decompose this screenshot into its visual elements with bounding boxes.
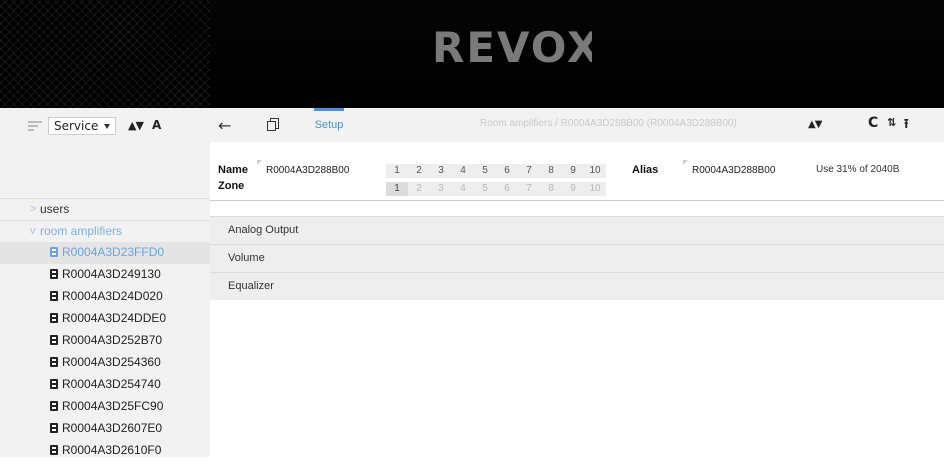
service-select[interactable]: Service <box>48 117 116 135</box>
zone-page-2[interactable]: 2 <box>408 182 430 196</box>
tree-item-label: R0004A3D249130 <box>62 267 161 281</box>
edit-marker-icon <box>683 160 688 165</box>
tree-item[interactable]: R0004A3D254360 <box>0 352 210 374</box>
tree-item-label: R0004A3D252B70 <box>62 333 163 347</box>
section-equalizer[interactable]: Equalizer <box>210 272 944 300</box>
zone-page-4[interactable]: 4 <box>452 182 474 196</box>
edit-marker-icon <box>257 160 262 165</box>
name-page-5[interactable]: 5 <box>474 164 496 178</box>
name-page-8[interactable]: 8 <box>540 164 562 178</box>
section-analog-output[interactable]: Analog Output <box>210 216 944 244</box>
alias-label: Alias <box>632 164 659 176</box>
tree-item[interactable]: R0004A3D254740 <box>0 374 210 396</box>
device-fields: Name R0004A3D288B00 1 2 3 4 5 6 7 8 9 10… <box>210 158 944 204</box>
zone-page-6[interactable]: 6 <box>496 182 518 196</box>
zone-page-1[interactable]: 1 <box>386 182 408 196</box>
tree-item-label: R0004A3D2610F0 <box>62 443 162 457</box>
tree-item[interactable]: R0004A3D252B70 <box>0 330 210 352</box>
breadcrumb: Room amplifiers / R0004A3D288B00 (R0004A… <box>480 118 737 129</box>
zone-label: Zone <box>218 180 245 192</box>
tree-item-label: R0004A3D23FFD0 <box>62 245 165 259</box>
menu-icon[interactable] <box>28 121 42 131</box>
speaker-icon <box>50 357 58 367</box>
caret-down-icon <box>104 124 110 129</box>
font-size-icon[interactable]: A <box>152 118 161 132</box>
copy-icon[interactable] <box>267 118 279 131</box>
name-page-2[interactable]: 2 <box>408 164 430 178</box>
name-page-9[interactable]: 9 <box>562 164 584 178</box>
zone-page-5[interactable]: 5 <box>474 182 496 196</box>
tree-item[interactable]: R0004A3D24DDE0 <box>0 308 210 330</box>
sort-icon[interactable]: ▲▼ <box>808 119 822 130</box>
section-volume[interactable]: Volume <box>210 244 944 272</box>
revox-logo: REVOX <box>432 24 592 68</box>
name-page-selector: 1 2 3 4 5 6 7 8 9 10 <box>386 164 606 178</box>
speaker-icon <box>50 247 58 257</box>
name-page-7[interactable]: 7 <box>518 164 540 178</box>
main-toolbar: ← Setup Room amplifiers / R0004A3D288B00… <box>210 108 944 142</box>
zone-page-7[interactable]: 7 <box>518 182 540 196</box>
name-page-10[interactable]: 10 <box>584 164 606 178</box>
tree-item[interactable]: R0004A3D24D020 <box>0 286 210 308</box>
tree-item-label: R0004A3D254740 <box>62 377 161 391</box>
tree-item-label: R0004A3D24D020 <box>62 289 163 303</box>
app-header: REVOX <box>0 0 944 108</box>
main-panel: ← Setup Room amplifiers / R0004A3D288B00… <box>210 108 944 457</box>
device-tree: > users v room amplifiers R0004A3D23FFD0… <box>0 198 210 462</box>
name-page-6[interactable]: 6 <box>496 164 518 178</box>
zone-page-8[interactable]: 8 <box>540 182 562 196</box>
speaker-icon <box>50 445 58 455</box>
tree-item[interactable]: R0004A3D2610F0 <box>0 440 210 462</box>
divider <box>210 200 944 201</box>
zone-page-3[interactable]: 3 <box>430 182 452 196</box>
tree-group-label: users <box>40 202 70 216</box>
speaker-icon <box>50 401 58 411</box>
name-label: Name <box>218 164 248 176</box>
tree-group-room-amplifiers[interactable]: v room amplifiers <box>0 220 210 242</box>
refresh-icon[interactable]: C <box>868 115 878 131</box>
arrow-left-icon[interactable]: ← <box>218 116 231 135</box>
speaker-icon <box>50 379 58 389</box>
tree-item[interactable]: R0004A3D2607E0 <box>0 418 210 440</box>
name-page-4[interactable]: 4 <box>452 164 474 178</box>
chevron-down-icon: v <box>30 225 36 237</box>
tree-item-label: R0004A3D254360 <box>62 355 161 369</box>
upload-icon[interactable]: ⭱ <box>904 115 909 137</box>
speaker-icon <box>50 313 58 323</box>
swap-icon[interactable]: ⇅ <box>887 116 896 129</box>
name-page-1[interactable]: 1 <box>386 164 408 178</box>
tree-item-label: R0004A3D24DDE0 <box>62 311 167 325</box>
sort-icon[interactable]: ▲▼ <box>128 119 144 132</box>
tab-setup[interactable]: Setup <box>314 108 344 142</box>
svg-text:REVOX: REVOX <box>432 24 592 68</box>
tree-item[interactable]: R0004A3D25FC90 <box>0 396 210 418</box>
header-banner: REVOX <box>210 0 944 108</box>
chevron-right-icon: > <box>30 203 37 215</box>
speaker-icon <box>50 423 58 433</box>
service-select-value: Service <box>54 119 99 133</box>
speaker-icon <box>50 335 58 345</box>
tree-item-label: R0004A3D2607E0 <box>62 421 163 435</box>
zone-page-10[interactable]: 10 <box>584 182 606 196</box>
tree-item[interactable]: R0004A3D23FFD0 <box>0 242 210 264</box>
tree-group-label: room amplifiers <box>40 224 123 238</box>
sidebar: Service ▲▼ A > users v room amplifiers R… <box>0 108 210 457</box>
tree-group-users[interactable]: > users <box>0 198 210 220</box>
name-page-3[interactable]: 3 <box>430 164 452 178</box>
alias-field[interactable]: R0004A3D288B00 <box>692 165 775 176</box>
tree-item-label: R0004A3D25FC90 <box>62 399 164 413</box>
zone-page-selector: 1 2 3 4 5 6 7 8 9 10 <box>386 182 606 196</box>
name-field[interactable]: R0004A3D288B00 <box>266 165 349 176</box>
speaker-icon <box>50 291 58 301</box>
speaker-icon <box>50 269 58 279</box>
memory-usage: Use 31% of 2040B <box>816 164 900 175</box>
zone-page-9[interactable]: 9 <box>562 182 584 196</box>
tree-item[interactable]: R0004A3D249130 <box>0 264 210 286</box>
